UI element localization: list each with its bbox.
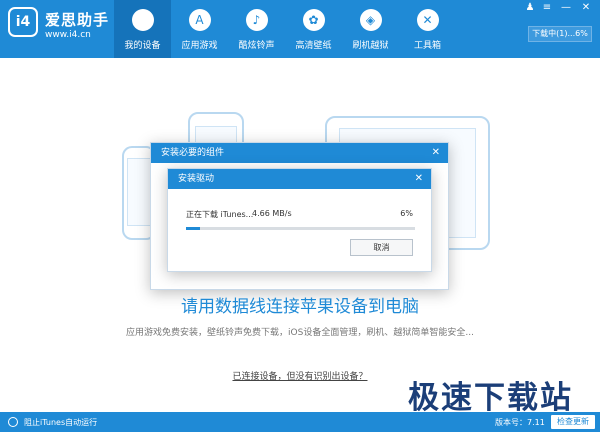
bell-icon: ♪ bbox=[245, 9, 268, 31]
nav-label: 工具箱 bbox=[413, 41, 441, 51]
dialog-title: 安装驱动 bbox=[168, 169, 431, 189]
status-bar: 阻止iTunes自动运行 版本号：7.11 检查更新 bbox=[0, 412, 600, 432]
install-driver-dialog: 安装驱动 ✕ 正在下载 iTunes... 4.66 MB/s 6% 取消 bbox=[167, 168, 432, 272]
close-icon[interactable]: ✕ bbox=[432, 143, 440, 163]
dialog-title: 安装必要的组件 bbox=[151, 143, 448, 163]
nav-label: 应用游戏 bbox=[181, 41, 218, 51]
progress-bar bbox=[186, 227, 415, 230]
download-percent: 6% bbox=[400, 209, 413, 218]
nav-toolbox[interactable]: ✕ 工具箱 bbox=[399, 0, 456, 58]
check-update-button[interactable]: 检查更新 bbox=[551, 415, 595, 429]
feature-description: 应用游戏免费安装，壁纸铃声免费下载，iOS设备全面管理，刷机、越狱简单智能安全.… bbox=[126, 328, 474, 338]
watermark: 极速下载站 bbox=[408, 380, 573, 416]
apple-icon bbox=[131, 9, 154, 31]
skin-icon[interactable]: ♟ bbox=[522, 2, 538, 13]
download-status-text: 正在下载 iTunes... bbox=[186, 210, 254, 219]
nav-my-device[interactable]: 我的设备 bbox=[114, 0, 171, 58]
progress-fill bbox=[186, 227, 200, 230]
nav-label: 刷机越狱 bbox=[352, 41, 389, 51]
nav-flash-jailbreak[interactable]: ◈ 刷机越狱 bbox=[342, 0, 399, 58]
close-icon[interactable]: ✕ bbox=[578, 2, 594, 13]
app-title: 爱思助手 bbox=[45, 11, 110, 29]
nav-label: 我的设备 bbox=[124, 41, 161, 51]
cancel-button[interactable]: 取消 bbox=[350, 239, 413, 256]
top-bar: i4 爱思助手 www.i4.cn 我的设备 A 应用游戏 ♪ 酷炫铃声 ✿ 高… bbox=[0, 0, 600, 58]
app-url: www.i4.cn bbox=[45, 30, 91, 40]
version-label: 版本号：7.11 bbox=[495, 418, 545, 427]
nav-label: 高清壁纸 bbox=[295, 41, 332, 51]
nav-label: 酷炫铃声 bbox=[238, 41, 275, 51]
app-store-icon: A bbox=[188, 9, 211, 31]
nav-wallpapers[interactable]: ✿ 高清壁纸 bbox=[285, 0, 342, 58]
nav-ringtones[interactable]: ♪ 酷炫铃声 bbox=[228, 0, 285, 58]
flower-icon: ✿ bbox=[302, 9, 325, 31]
tools-icon: ✕ bbox=[416, 9, 439, 31]
power-icon[interactable] bbox=[8, 417, 18, 427]
menu-icon[interactable]: ≡ bbox=[539, 2, 555, 13]
connect-device-headline: 请用数据线连接苹果设备到电脑 bbox=[181, 297, 419, 317]
download-speed: 4.66 MB/s bbox=[252, 209, 292, 218]
stop-itunes-label[interactable]: 阻止iTunes自动运行 bbox=[24, 417, 97, 428]
box-icon: ◈ bbox=[359, 9, 382, 31]
download-status-button[interactable]: 下载中(1)...6% bbox=[528, 26, 592, 42]
minimize-icon[interactable]: — bbox=[558, 2, 574, 13]
logo-icon: i4 bbox=[8, 7, 38, 37]
nav-apps-games[interactable]: A 应用游戏 bbox=[171, 0, 228, 58]
close-icon[interactable]: ✕ bbox=[415, 169, 423, 189]
